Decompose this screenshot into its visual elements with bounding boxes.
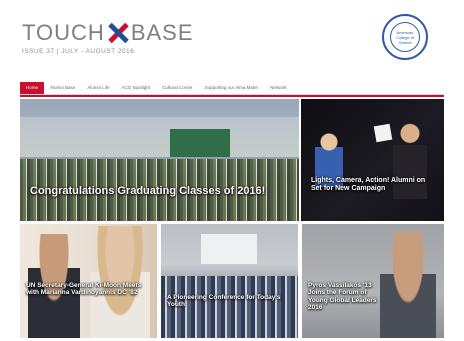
tile-caption[interactable]: Congratulations Graduating Classes of 20… [30, 185, 292, 198]
clapperboard-image [373, 123, 393, 143]
brand-logo[interactable]: TOUCH BASE ISSUE 37 | JULY - AUGUST 2016 [22, 20, 194, 60]
nav-item-home[interactable]: Home [20, 81, 45, 94]
graduation-stage-image [20, 117, 299, 157]
nav-item-alumni-life[interactable]: Alumni Life [81, 82, 115, 94]
newsletter-page: TOUCH BASE ISSUE 37 | JULY - AUGUST 2016… [14, 6, 450, 338]
nav-item-acg-spotlight[interactable]: ACG Spotlight [116, 82, 157, 94]
brand-title-left: TOUCH [22, 20, 105, 45]
feature-tile-un[interactable]: UN Secretary-General Ki-Moon Meets with … [20, 224, 157, 338]
graduation-banner-image [170, 129, 230, 157]
conference-screen-image [201, 234, 257, 264]
x-logo-icon [108, 22, 129, 44]
college-seal-logo: American College of Greece [382, 14, 428, 60]
feature-tile-graduation[interactable]: Congratulations Graduating Classes of 20… [20, 99, 299, 221]
nav-divider [20, 95, 444, 97]
main-nav: Home Alumni Base Alumni Life ACG Spotlig… [20, 81, 444, 95]
issue-line: ISSUE 37 | JULY - AUGUST 2016 [22, 48, 135, 55]
tile-caption[interactable]: Pyros Vassilakos '13 Joins the Forum of … [308, 282, 386, 312]
seal-inner-ring: American College of Greece [390, 22, 420, 52]
nav-item-alumni-base[interactable]: Alumni Base [44, 82, 81, 94]
brand-title: TOUCH BASE [22, 20, 194, 46]
portrait-image [380, 232, 436, 338]
nav-item-network[interactable]: Network [264, 82, 293, 94]
tile-caption[interactable]: Lights, Camera, Action! Alumni on Set fo… [311, 177, 437, 193]
tile-caption[interactable]: UN Secretary-General Ki-Moon Meets with … [26, 282, 150, 297]
feature-tile-campaign[interactable]: Lights, Camera, Action! Alumni on Set fo… [301, 99, 444, 221]
brand-title-right: BASE [130, 20, 194, 45]
seal-text: American College of Greece [395, 29, 414, 45]
nav-item-supporting[interactable]: Supporting our Alma Mater [199, 82, 265, 94]
feature-tile-leaders[interactable]: Pyros Vassilakos '13 Joins the Forum of … [302, 224, 444, 338]
tile-caption[interactable]: A Pioneering Conference for Today's Yout… [167, 294, 293, 309]
nav-item-cultural-corner[interactable]: Cultural Corner [156, 82, 199, 94]
feature-tile-conference[interactable]: A Pioneering Conference for Today's Yout… [161, 224, 298, 338]
